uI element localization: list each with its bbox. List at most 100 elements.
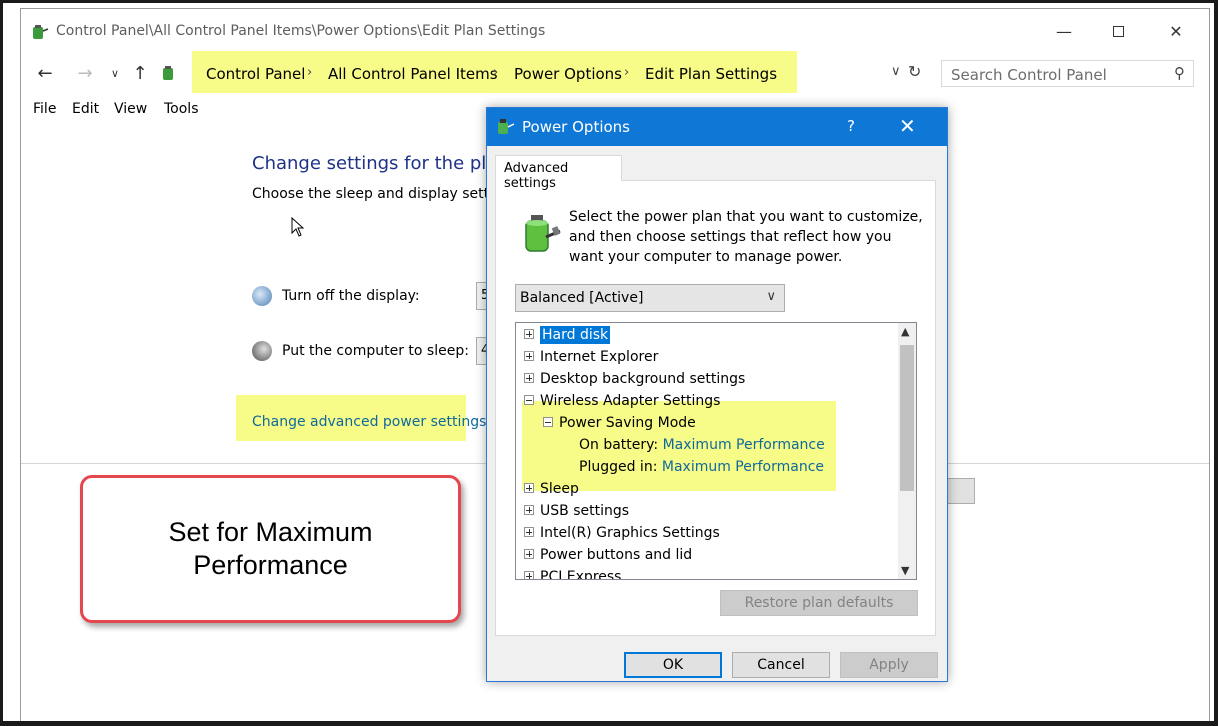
advanced-settings-panel: Select the power plan that you want to c… bbox=[495, 180, 936, 636]
annotation-callout: Set for Maximum Performance bbox=[80, 475, 461, 623]
help-button[interactable]: ? bbox=[847, 117, 855, 135]
tree-label: Internet Explorer bbox=[540, 349, 659, 365]
close-button[interactable]: ✕ bbox=[1153, 9, 1199, 53]
expand-icon[interactable] bbox=[524, 373, 534, 383]
breadcrumb-separator-icon[interactable]: › bbox=[307, 65, 312, 80]
breadcrumb-all-items[interactable]: All Control Panel Items bbox=[328, 65, 498, 83]
tree-node-on-battery[interactable]: On battery: Maximum Performance bbox=[579, 434, 825, 456]
tree-label: Power Saving Mode bbox=[559, 415, 696, 431]
minimize-button[interactable]: — bbox=[1041, 9, 1087, 53]
menu-view[interactable]: View bbox=[114, 101, 147, 117]
recent-locations-button[interactable]: ∨ bbox=[103, 61, 127, 85]
restore-plan-defaults-button[interactable]: Restore plan defaults bbox=[720, 590, 918, 616]
breadcrumb-separator-icon[interactable]: › bbox=[624, 65, 629, 80]
menu-file[interactable]: File bbox=[33, 101, 56, 117]
on-battery-label: On battery: bbox=[579, 437, 659, 453]
cancel-button[interactable]: Cancel bbox=[732, 652, 830, 678]
menu-edit[interactable]: Edit bbox=[72, 101, 99, 117]
up-button[interactable]: ↑ bbox=[128, 61, 152, 85]
expand-icon[interactable] bbox=[524, 549, 534, 559]
power-options-icon bbox=[498, 119, 515, 134]
collapse-icon[interactable] bbox=[543, 417, 553, 427]
maximize-button[interactable] bbox=[1095, 9, 1141, 53]
display-clock-icon bbox=[252, 286, 272, 306]
power-options-icon bbox=[33, 25, 49, 39]
turn-off-display-row: Turn off the display: bbox=[252, 286, 420, 306]
search-input[interactable]: Search Control Panel ⚲ bbox=[941, 60, 1194, 87]
tree-node-sleep[interactable]: Sleep bbox=[524, 478, 579, 500]
chevron-down-icon: ∨ bbox=[766, 289, 776, 304]
tree-label: Wireless Adapter Settings bbox=[540, 393, 721, 409]
search-icon[interactable]: ⚲ bbox=[1174, 64, 1185, 82]
dialog-close-button[interactable]: ✕ bbox=[899, 114, 916, 138]
menu-tools[interactable]: Tools bbox=[164, 101, 199, 117]
change-advanced-power-settings-link[interactable]: Change advanced power settings bbox=[252, 414, 486, 430]
screenshot-frame: Control Panel\All Control Panel Items\Po… bbox=[0, 0, 1218, 726]
breadcrumb-power-options[interactable]: Power Options bbox=[514, 65, 622, 83]
callout-text: Set for Maximum Performance bbox=[168, 517, 373, 580]
dialog-title: Power Options bbox=[522, 118, 630, 136]
breadcrumb-control-panel[interactable]: Control Panel bbox=[206, 65, 305, 83]
forward-arrow-icon: → bbox=[77, 62, 93, 84]
settings-tree[interactable]: Hard disk Internet Explorer Desktop back… bbox=[515, 322, 917, 580]
tree-label: PCI Express bbox=[540, 569, 622, 580]
search-placeholder: Search Control Panel bbox=[951, 66, 1107, 84]
power-options-dialog: Power Options ? ✕ Advanced settings Sele… bbox=[486, 107, 948, 682]
sleep-moon-icon bbox=[252, 341, 272, 361]
tree-node-internet-explorer[interactable]: Internet Explorer bbox=[524, 346, 658, 368]
address-dropdown-icon[interactable]: ∨ bbox=[891, 64, 901, 79]
sleep-row: Put the computer to sleep: bbox=[252, 341, 469, 361]
tree-label: USB settings bbox=[540, 503, 630, 519]
scroll-up-icon[interactable]: ▲ bbox=[901, 325, 909, 338]
control-panel-window: Control Panel\All Control Panel Items\Po… bbox=[20, 8, 1210, 721]
plugged-in-label: Plugged in: bbox=[579, 459, 658, 475]
window-title: Control Panel\All Control Panel Items\Po… bbox=[56, 23, 546, 39]
up-arrow-icon: ↑ bbox=[132, 62, 148, 84]
expand-icon[interactable] bbox=[524, 329, 534, 339]
tree-node-usb[interactable]: USB settings bbox=[524, 500, 629, 522]
apply-button[interactable]: Apply bbox=[840, 652, 938, 678]
control-panel-icon bbox=[163, 66, 173, 80]
scroll-thumb[interactable] bbox=[900, 345, 914, 491]
on-battery-value[interactable]: Maximum Performance bbox=[663, 437, 825, 453]
tree-node-pci-express[interactable]: PCI Express bbox=[524, 566, 622, 580]
page-heading: Change settings for the pla bbox=[252, 153, 498, 174]
collapse-icon[interactable] bbox=[524, 395, 534, 405]
expand-icon[interactable] bbox=[524, 483, 534, 493]
forward-button[interactable]: → bbox=[73, 61, 97, 85]
expand-icon[interactable] bbox=[524, 527, 534, 537]
tree-node-power-saving-mode[interactable]: Power Saving Mode bbox=[543, 412, 696, 434]
dialog-intro-text: Select the power plan that you want to c… bbox=[569, 209, 923, 265]
mouse-cursor-icon bbox=[291, 217, 305, 237]
power-plan-value: Balanced [Active] bbox=[520, 290, 644, 306]
expand-icon[interactable] bbox=[524, 505, 534, 515]
tree-label: Desktop background settings bbox=[540, 371, 746, 387]
tree-label-hard-disk: Hard disk bbox=[540, 326, 611, 344]
display-label: Turn off the display: bbox=[282, 288, 420, 304]
tree-node-power-buttons[interactable]: Power buttons and lid bbox=[524, 544, 692, 566]
ok-button[interactable]: OK bbox=[624, 652, 722, 678]
tab-advanced-settings[interactable]: Advanced settings bbox=[495, 155, 622, 191]
tree-scrollbar[interactable]: ▲ ▼ bbox=[898, 323, 916, 579]
tree-node-plugged-in[interactable]: Plugged in: Maximum Performance bbox=[579, 456, 824, 478]
page-subtext: Choose the sleep and display settin bbox=[252, 186, 502, 202]
scroll-down-icon[interactable]: ▼ bbox=[901, 564, 909, 577]
tree-label: Sleep bbox=[540, 481, 579, 497]
maximize-icon bbox=[1112, 25, 1124, 37]
power-plan-select[interactable]: Balanced [Active] ∨ bbox=[515, 284, 785, 312]
refresh-icon[interactable]: ↻ bbox=[908, 62, 921, 81]
close-icon: ✕ bbox=[1169, 21, 1183, 41]
expand-icon[interactable] bbox=[524, 571, 534, 579]
tree-label: Power buttons and lid bbox=[540, 547, 693, 563]
tree-node-hard-disk[interactable]: Hard disk bbox=[524, 324, 611, 346]
title-bar: Control Panel\All Control Panel Items\Po… bbox=[21, 9, 1209, 53]
battery-plug-icon bbox=[525, 215, 561, 252]
breadcrumb-separator-icon[interactable]: › bbox=[493, 65, 498, 80]
tree-node-intel-graphics[interactable]: Intel(R) Graphics Settings bbox=[524, 522, 720, 544]
plugged-in-value[interactable]: Maximum Performance bbox=[662, 459, 824, 475]
breadcrumb-edit-plan[interactable]: Edit Plan Settings bbox=[645, 65, 777, 83]
back-button[interactable]: ← bbox=[33, 61, 57, 85]
expand-icon[interactable] bbox=[524, 351, 534, 361]
tree-node-wireless-adapter[interactable]: Wireless Adapter Settings bbox=[524, 390, 720, 412]
tree-node-desktop-background[interactable]: Desktop background settings bbox=[524, 368, 745, 390]
